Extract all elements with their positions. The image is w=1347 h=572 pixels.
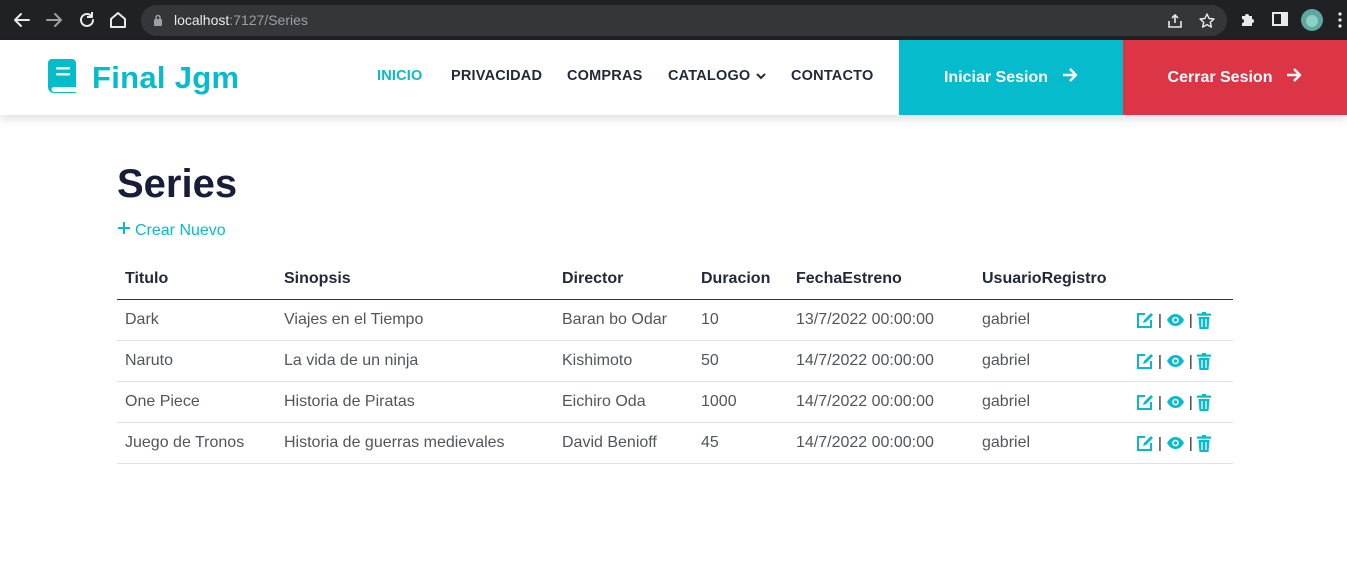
- nav-contacto[interactable]: CONTACTO: [791, 68, 873, 84]
- cell-sinopsis: Viajes en el Tiempo: [276, 299, 554, 341]
- forward-arrow-icon[interactable]: [44, 10, 64, 30]
- table-row: Dark Viajes en el Tiempo Baran bo Odar 1…: [117, 299, 1233, 341]
- cell-fechaestreno: 14/7/2022 00:00:00: [788, 381, 974, 423]
- create-new-label: Crear Nuevo: [135, 221, 226, 239]
- nav-catalogo-label: CATALOGO: [668, 68, 751, 84]
- action-separator: |: [1158, 393, 1162, 411]
- action-separator: |: [1158, 434, 1162, 452]
- trash-icon[interactable]: [1196, 393, 1211, 411]
- logout-button-label: Cerrar Sesion: [1167, 68, 1273, 86]
- url-path: :7127/Series: [229, 12, 308, 28]
- cell-actions: | |: [1128, 299, 1233, 341]
- cell-duracion: 50: [693, 340, 788, 382]
- eye-icon[interactable]: [1166, 395, 1185, 409]
- cell-fechaestreno: 13/7/2022 00:00:00: [788, 299, 974, 341]
- nav-inicio[interactable]: INICIO: [377, 68, 423, 84]
- action-separator: |: [1188, 352, 1193, 370]
- login-button[interactable]: Iniciar Sesion: [899, 40, 1123, 115]
- cell-duracion: 45: [693, 422, 788, 464]
- create-new-link[interactable]: Crear Nuevo: [117, 221, 226, 240]
- cell-titulo: Juego de Tronos: [117, 422, 276, 464]
- book-icon: [48, 58, 76, 98]
- cell-duracion: 1000: [693, 381, 788, 423]
- edit-icon[interactable]: [1136, 353, 1154, 370]
- edit-icon[interactable]: [1136, 394, 1154, 411]
- col-sinopsis: Sinopsis: [276, 258, 554, 300]
- cell-actions: | |: [1128, 381, 1233, 423]
- login-button-label: Iniciar Sesion: [943, 68, 1049, 86]
- lock-icon: [153, 14, 163, 27]
- cell-fechaestreno: 14/7/2022 00:00:00: [788, 422, 974, 464]
- address-bar[interactable]: localhost:7127/Series: [141, 5, 1227, 36]
- action-separator: |: [1158, 352, 1162, 370]
- cell-director: Eichiro Oda: [554, 381, 693, 423]
- eye-icon[interactable]: [1166, 354, 1185, 368]
- url-text: localhost:7127/Series: [174, 12, 308, 28]
- table-header-row: Titulo Sinopsis Director Duracion FechaE…: [117, 258, 1233, 300]
- arrow-right-icon: [1062, 68, 1078, 87]
- table-row: Juego de Tronos Historia de guerras medi…: [117, 422, 1233, 464]
- trash-icon[interactable]: [1196, 311, 1211, 329]
- cell-sinopsis: La vida de un ninja: [276, 340, 554, 382]
- col-actions: [1128, 258, 1233, 300]
- cell-fechaestreno: 14/7/2022 00:00:00: [788, 340, 974, 382]
- browser-toolbar: localhost:7127/Series: [0, 0, 1347, 40]
- cell-usuarioregistro: gabriel: [974, 299, 1128, 341]
- cell-sinopsis: Historia de guerras medievales: [276, 422, 554, 464]
- cell-actions: | |: [1128, 422, 1233, 464]
- series-table: Titulo Sinopsis Director Duracion FechaE…: [117, 258, 1233, 464]
- browser-menu-icon[interactable]: [1338, 12, 1342, 28]
- cell-director: Kishimoto: [554, 340, 693, 382]
- logout-button[interactable]: Cerrar Sesion: [1123, 40, 1347, 115]
- col-duracion: Duracion: [693, 258, 788, 300]
- url-host: localhost: [174, 12, 230, 28]
- cell-titulo: Naruto: [117, 340, 276, 382]
- page-title: Series: [117, 162, 238, 206]
- table-body: Dark Viajes en el Tiempo Baran bo Odar 1…: [117, 299, 1233, 464]
- eye-icon[interactable]: [1166, 313, 1185, 327]
- brand-name: Final Jgm: [92, 60, 240, 95]
- bookmark-star-icon[interactable]: [1198, 12, 1216, 30]
- nav-catalogo[interactable]: CATALOGO: [668, 68, 767, 84]
- action-separator: |: [1158, 311, 1162, 329]
- action-separator: |: [1188, 311, 1193, 329]
- cell-titulo: Dark: [117, 299, 276, 341]
- chevron-down-icon: [756, 68, 767, 84]
- nav-privacidad[interactable]: PRIVACIDAD: [451, 68, 542, 84]
- cell-actions: | |: [1128, 340, 1233, 382]
- col-usuarioregistro: UsuarioRegistro: [974, 258, 1128, 300]
- arrow-right-icon: [1286, 68, 1302, 87]
- table-row: Naruto La vida de un ninja Kishimoto 50 …: [117, 340, 1233, 382]
- col-fechaestreno: FechaEstreno: [788, 258, 974, 300]
- col-director: Director: [554, 258, 693, 300]
- col-titulo: Titulo: [117, 258, 276, 300]
- action-separator: |: [1188, 434, 1193, 452]
- edit-icon[interactable]: [1136, 312, 1154, 329]
- home-icon[interactable]: [108, 10, 128, 30]
- brand-link[interactable]: Final Jgm: [48, 58, 239, 98]
- side-panel-icon[interactable]: [1271, 10, 1289, 28]
- trash-icon[interactable]: [1196, 352, 1211, 370]
- plus-icon: [117, 221, 131, 240]
- cell-usuarioregistro: gabriel: [974, 340, 1128, 382]
- share-icon[interactable]: [1166, 12, 1184, 30]
- trash-icon[interactable]: [1196, 434, 1211, 452]
- cell-director: Baran bo Odar: [554, 299, 693, 341]
- cell-director: David Benioff: [554, 422, 693, 464]
- cell-usuarioregistro: gabriel: [974, 381, 1128, 423]
- action-separator: |: [1188, 393, 1193, 411]
- reload-icon[interactable]: [77, 10, 97, 30]
- cell-usuarioregistro: gabriel: [974, 422, 1128, 464]
- profile-avatar[interactable]: [1301, 9, 1323, 31]
- eye-icon[interactable]: [1166, 436, 1185, 450]
- site-header: Final Jgm INICIO PRIVACIDAD COMPRAS CATA…: [0, 40, 1347, 115]
- edit-icon[interactable]: [1136, 435, 1154, 452]
- table-row: One Piece Historia de Piratas Eichiro Od…: [117, 381, 1233, 423]
- cell-titulo: One Piece: [117, 381, 276, 423]
- cell-duracion: 10: [693, 299, 788, 341]
- extensions-puzzle-icon[interactable]: [1238, 10, 1258, 30]
- back-arrow-icon[interactable]: [12, 10, 32, 30]
- nav-compras[interactable]: COMPRAS: [567, 68, 643, 84]
- cell-sinopsis: Historia de Piratas: [276, 381, 554, 423]
